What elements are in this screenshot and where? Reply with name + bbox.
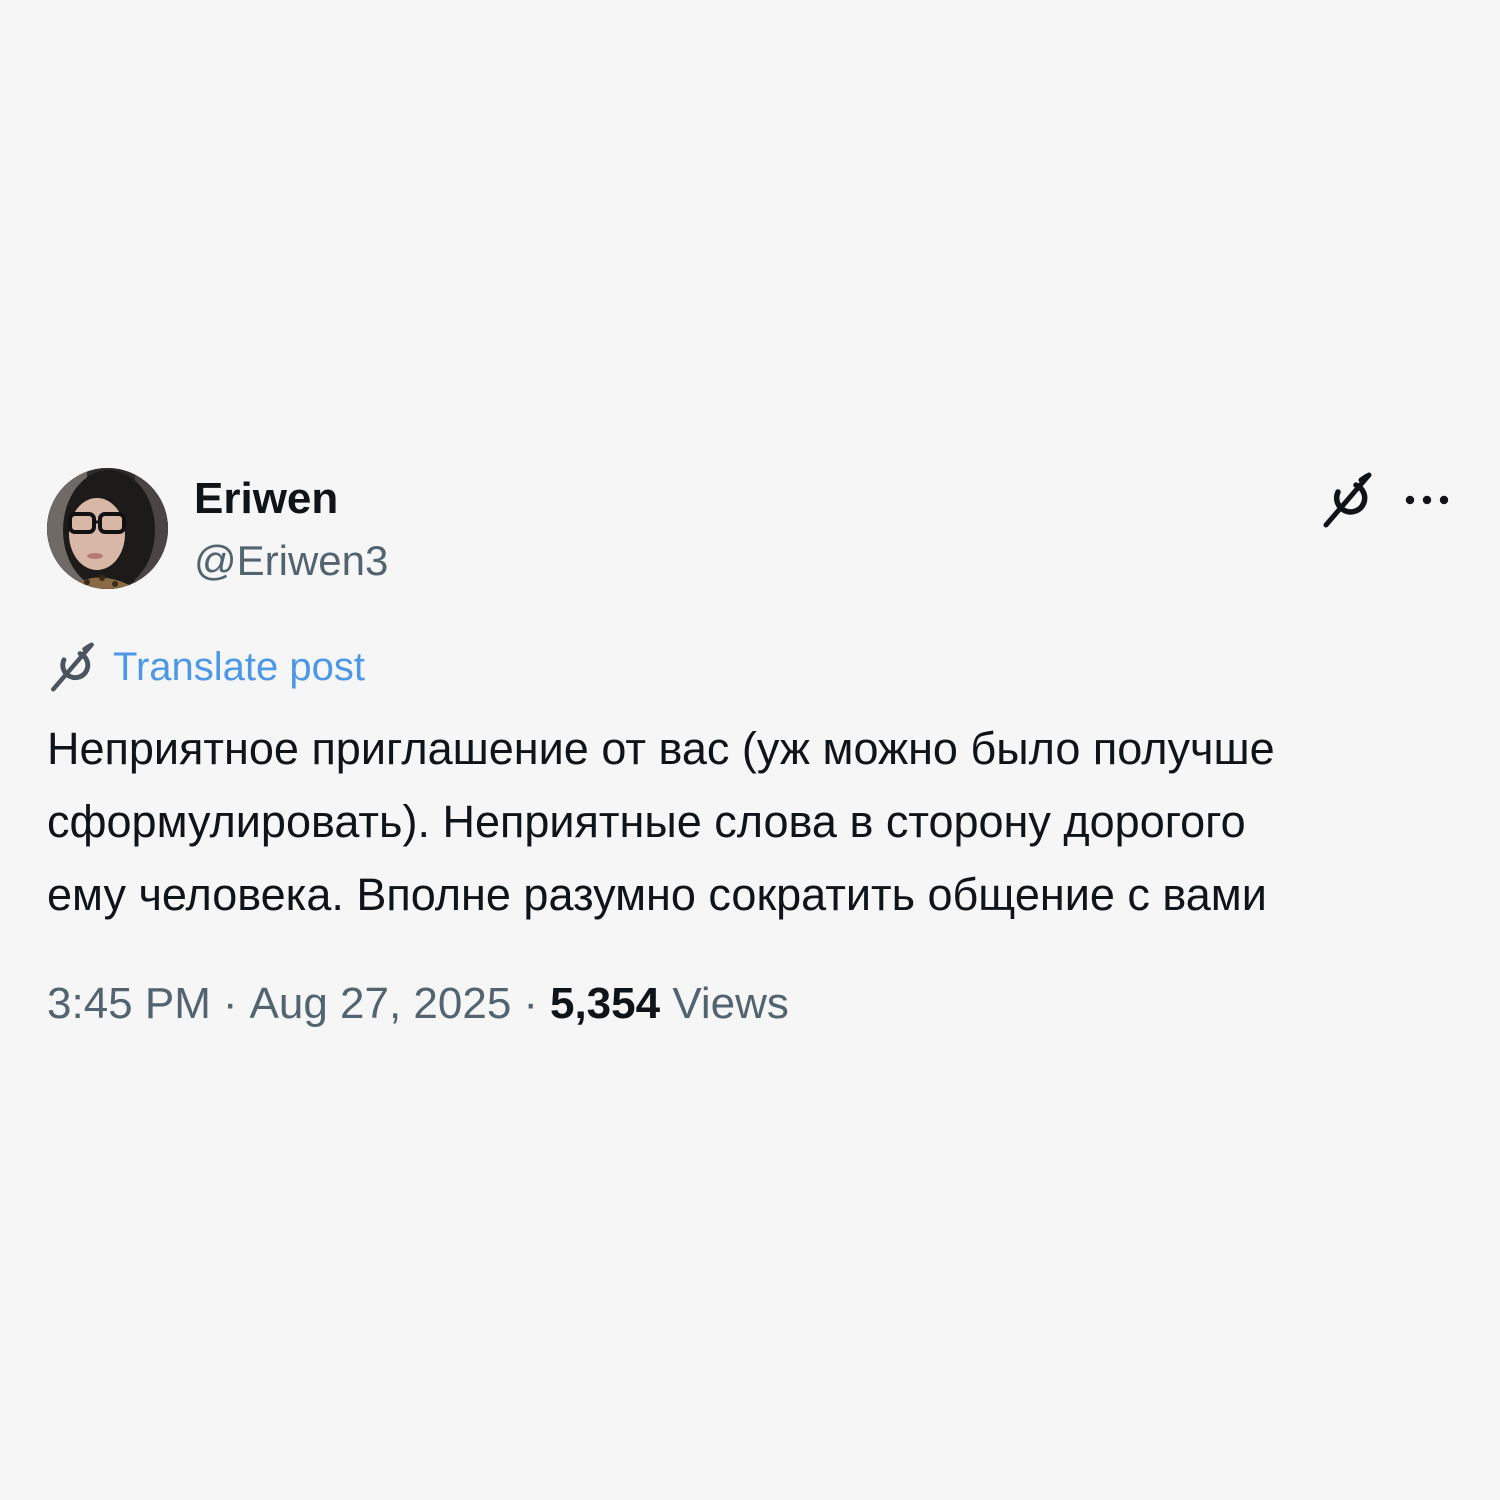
post-card: Eriwen @Eriwen3 Translate post Неприятно… (47, 468, 1457, 1029)
more-options-button[interactable] (1397, 470, 1457, 530)
post-header: Eriwen @Eriwen3 (47, 468, 1457, 590)
post-time[interactable]: 3:45 PM (47, 979, 211, 1028)
post-text: Неприятное приглашение от вас (уж можно … (47, 712, 1457, 931)
translate-post-link[interactable]: Translate post (47, 642, 1457, 692)
translate-label[interactable]: Translate post (113, 645, 365, 690)
more-options-icon (1405, 495, 1449, 505)
user-handle[interactable]: @Eriwen3 (194, 536, 388, 586)
author-names: Eriwen @Eriwen3 (194, 474, 388, 586)
post-text-line: ему человека. Вполне разумно сократить о… (47, 869, 1267, 920)
grok-icon (1323, 472, 1372, 528)
post-date[interactable]: Aug 27, 2025 (250, 979, 512, 1028)
views-label[interactable]: Views (672, 979, 789, 1028)
post-text-line: Неприятное приглашение от вас (уж можно … (47, 723, 1275, 774)
grok-button[interactable] (1317, 470, 1377, 530)
post-text-line: сформулировать). Неприятные слова в стор… (47, 796, 1246, 847)
meta-separator: · (222, 979, 238, 1028)
views-count[interactable]: 5,354 (550, 979, 660, 1028)
header-actions (1317, 470, 1457, 530)
avatar[interactable] (47, 468, 168, 589)
avatar-photo (47, 468, 168, 589)
meta-separator: · (523, 979, 538, 1028)
display-name[interactable]: Eriwen (194, 474, 388, 524)
grok-icon (51, 642, 94, 692)
post-meta: 3:45 PM · Aug 27, 2025 · 5,354 Views (47, 979, 1457, 1029)
